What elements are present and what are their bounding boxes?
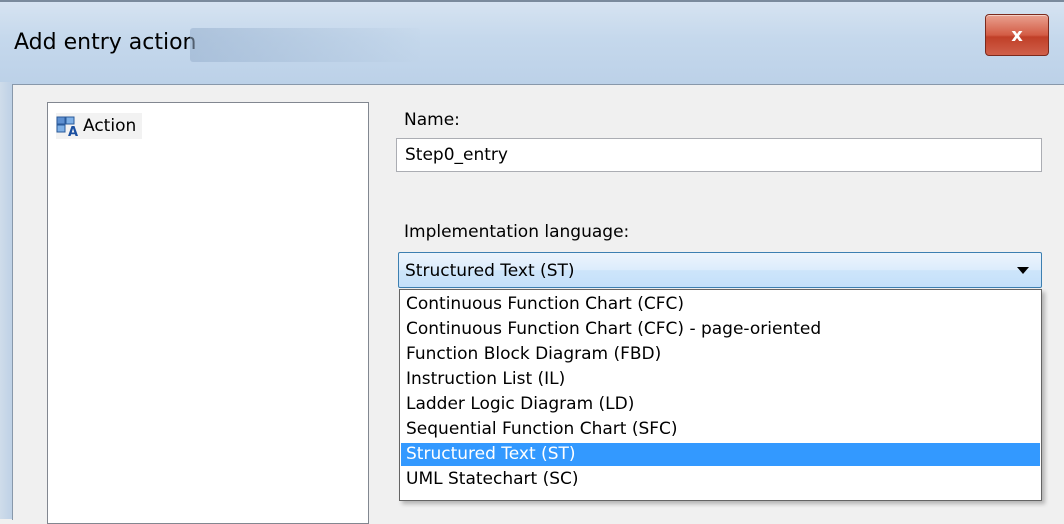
svg-text:A: A xyxy=(68,125,78,137)
close-icon: x xyxy=(1011,24,1023,46)
selected-language: Structured Text (ST) xyxy=(405,261,575,281)
implementation-language-label: Implementation language: xyxy=(404,222,630,242)
language-option[interactable]: Instruction List (IL) xyxy=(401,368,1040,391)
close-button[interactable]: x xyxy=(985,14,1049,56)
language-option-selected[interactable]: Structured Text (ST) xyxy=(401,443,1040,466)
title-bar: Add entry action x xyxy=(0,0,1064,84)
window-frame-left xyxy=(0,82,12,519)
titlebar-background-artifact xyxy=(190,28,420,62)
language-option[interactable]: Sequential Function Chart (SFC) xyxy=(401,418,1040,441)
action-pou-icon: A xyxy=(56,116,78,137)
language-option[interactable]: Ladder Logic Diagram (LD) xyxy=(401,393,1040,416)
name-input[interactable] xyxy=(396,138,1042,172)
language-option[interactable]: UML Statechart (SC) xyxy=(401,468,1040,491)
language-option[interactable]: Function Block Diagram (FBD) xyxy=(401,343,1040,366)
tree-item-label: Action xyxy=(83,116,137,136)
chevron-down-icon[interactable] xyxy=(1017,267,1029,274)
language-dropdown-list[interactable]: Continuous Function Chart (CFC) Continuo… xyxy=(399,289,1042,501)
tree-item-action[interactable]: A Action xyxy=(56,113,143,139)
object-type-tree[interactable]: A Action xyxy=(47,102,369,524)
language-option[interactable]: Continuous Function Chart (CFC) xyxy=(401,293,1040,316)
implementation-language-select[interactable]: Structured Text (ST) xyxy=(398,252,1042,288)
name-label: Name: xyxy=(404,110,460,130)
language-option[interactable]: Continuous Function Chart (CFC) - page-o… xyxy=(401,318,1040,341)
dialog-title: Add entry action xyxy=(14,30,197,55)
